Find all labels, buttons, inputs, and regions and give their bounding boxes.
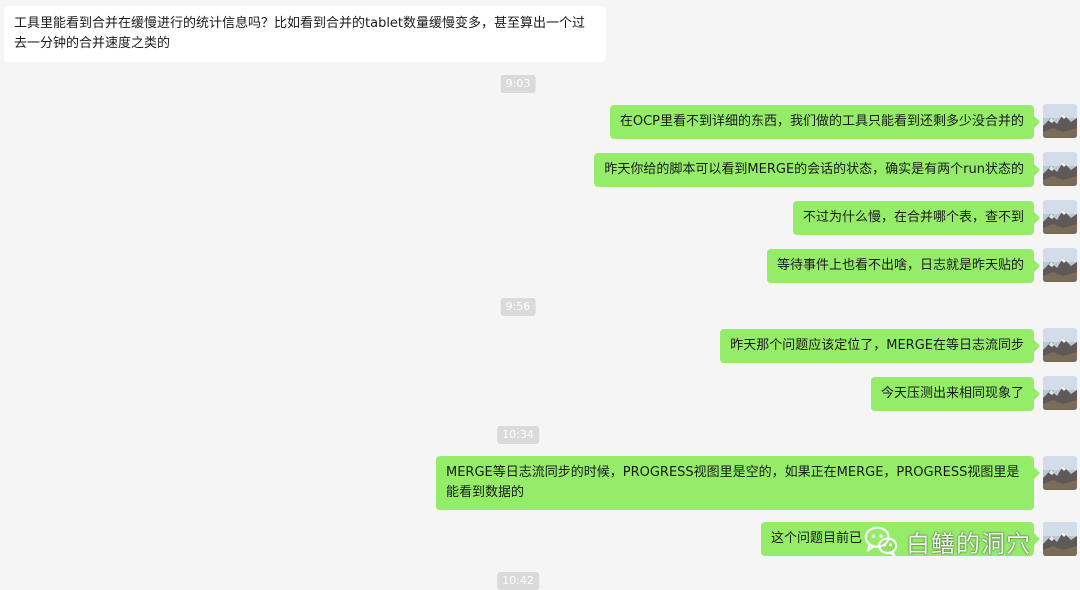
outgoing-message-text: MERGE等日志流同步的时候，PROGRESS视图里是空的，如果正在MERGE，…	[446, 465, 1020, 500]
outgoing-message-text: 等待事件上也看不出啥，日志就是昨天贴的	[776, 258, 1024, 273]
avatar[interactable]	[1043, 376, 1077, 410]
timestamp: 10:34	[497, 426, 539, 444]
chat-history: 工具里能看到合并在缓慢进行的统计信息吗？比如看到合并的tablet数量缓慢变多，…	[0, 0, 1080, 590]
mountain-avatar-image	[1043, 200, 1077, 234]
mountain-avatar-image	[1043, 456, 1077, 490]
mountain-avatar-image	[1043, 522, 1077, 556]
mountain-avatar-image	[1043, 104, 1077, 138]
outgoing-message-text: 昨天那个问题应该定位了，MERGE在等日志流同步	[730, 338, 1024, 353]
avatar[interactable]	[1043, 328, 1077, 362]
mountain-avatar-image	[1043, 328, 1077, 362]
mountain-avatar-image	[1043, 376, 1077, 410]
outgoing-message-bubble[interactable]: 昨天你给的脚本可以看到MERGE的会话的状态，确实是有两个run状态的	[594, 153, 1040, 187]
outgoing-message-bubble[interactable]: 不过为什么慢，在合并哪个表，查不到	[792, 201, 1041, 235]
incoming-message-text: 工具里能看到合并在缓慢进行的统计信息吗？比如看到合并的tablet数量缓慢变多，…	[14, 16, 586, 51]
avatar[interactable]	[1043, 522, 1077, 556]
avatar[interactable]	[1043, 248, 1077, 282]
outgoing-message-text: 这个问题目前已	[771, 531, 863, 546]
avatar[interactable]	[1043, 104, 1077, 138]
avatar[interactable]	[1043, 200, 1077, 234]
avatar[interactable]	[1043, 456, 1077, 490]
timestamp: 10:42	[497, 572, 539, 590]
outgoing-message-text: 昨天你给的脚本可以看到MERGE的会话的状态，确实是有两个run状态的	[604, 162, 1024, 177]
mountain-avatar-image	[1043, 248, 1077, 282]
outgoing-message-bubble[interactable]: 等待事件上也看不出啥，日志就是昨天贴的	[766, 249, 1041, 283]
avatar[interactable]	[1043, 152, 1077, 186]
outgoing-message-bubble[interactable]: 在OCP里看不到详细的东西，我们做的工具只能看到还剩多少没合并的	[609, 105, 1041, 139]
mountain-avatar-image	[1043, 152, 1077, 186]
outgoing-message-bubble[interactable]: MERGE等日志流同步的时候，PROGRESS视图里是空的，如果正在MERGE，…	[436, 456, 1040, 510]
outgoing-message-text: 不过为什么慢，在合并哪个表，查不到	[802, 210, 1024, 225]
outgoing-message-bubble[interactable]: 昨天那个问题应该定位了，MERGE在等日志流同步	[720, 329, 1040, 363]
outgoing-message-bubble[interactable]: 今天压测出来相同现象了	[870, 377, 1041, 411]
outgoing-message-bubble[interactable]: 这个问题目前已	[761, 522, 1040, 556]
timestamp: 9:03	[500, 75, 536, 93]
outgoing-message-text: 在OCP里看不到详细的东西，我们做的工具只能看到还剩多少没合并的	[619, 114, 1024, 129]
timestamp: 9:56	[500, 298, 536, 316]
outgoing-message-text: 今天压测出来相同现象了	[880, 386, 1024, 401]
incoming-message-bubble[interactable]: 工具里能看到合并在缓慢进行的统计信息吗？比如看到合并的tablet数量缓慢变多，…	[4, 6, 606, 62]
